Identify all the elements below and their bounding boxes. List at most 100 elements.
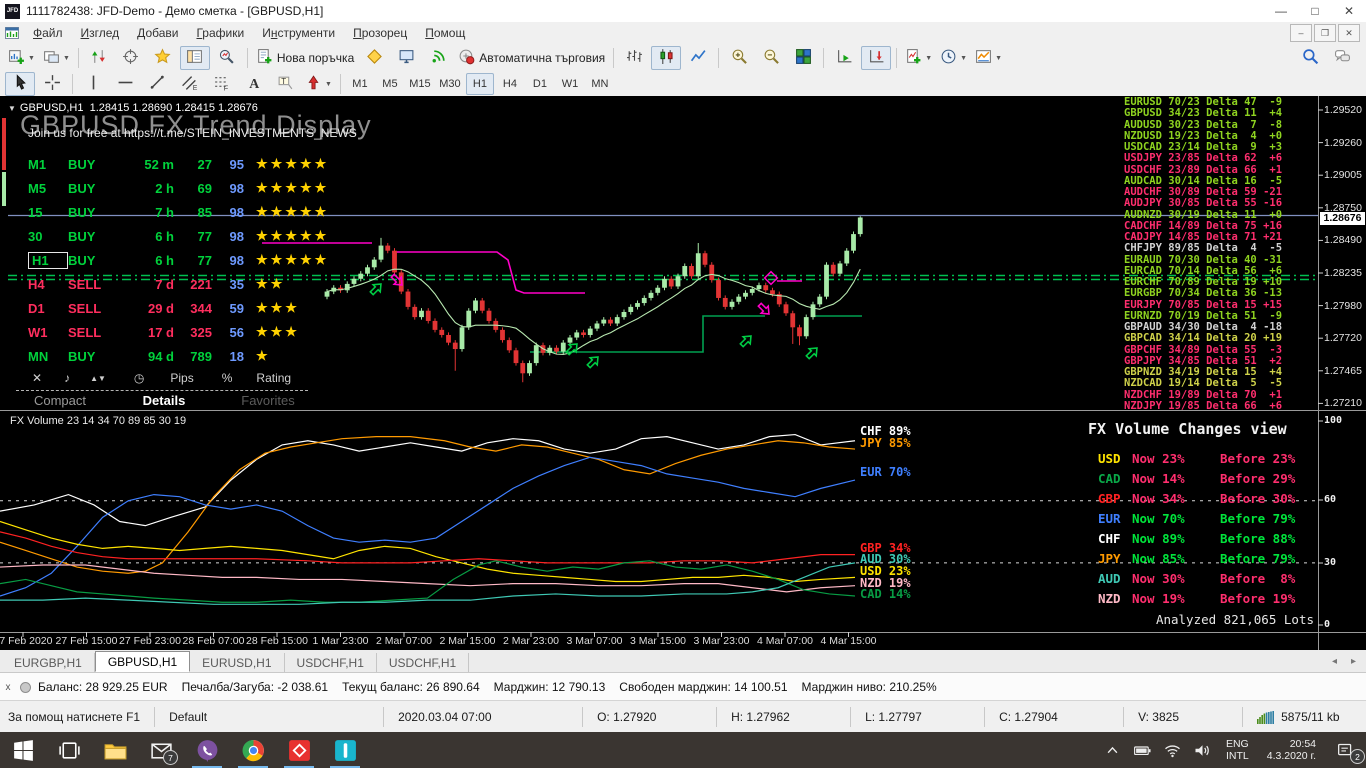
horizontal-line-button[interactable] xyxy=(110,72,140,96)
trend-row-h1[interactable]: H1BUY6 h7798★★★★★ xyxy=(8,248,320,272)
mdi-restore-button[interactable]: ❐ xyxy=(1314,24,1336,42)
timeframe-m30-button[interactable]: M30 xyxy=(436,73,464,95)
trend-row-m1[interactable]: M1BUY52 m2795★★★★★ xyxy=(8,152,320,176)
fibonacci-button[interactable]: F xyxy=(206,72,236,96)
timeframe-h4-button[interactable]: H4 xyxy=(496,73,524,95)
market-watch-button[interactable] xyxy=(84,46,114,70)
data-window-button[interactable] xyxy=(212,46,242,70)
chart-tab-usdchf-h1[interactable]: USDCHF,H1 xyxy=(377,653,469,672)
taskbar-viber-icon[interactable] xyxy=(184,732,230,768)
status-profile[interactable]: Default xyxy=(154,707,383,727)
timeframe-m5-button[interactable]: M5 xyxy=(376,73,404,95)
close-button[interactable]: ✕ xyxy=(1332,0,1366,22)
chart-tab-eurgbp-h1[interactable]: EURGBP,H1 xyxy=(2,653,95,672)
clock-indicator[interactable]: 20:544.3.2020 г. xyxy=(1257,738,1326,762)
timeframe-w1-button[interactable]: W1 xyxy=(556,73,584,95)
menu-файл[interactable]: Файл xyxy=(24,24,72,42)
signals-button[interactable] xyxy=(423,46,453,70)
menu-изглед[interactable]: Изглед xyxy=(72,24,129,42)
trend-clock-icon[interactable]: ◷ xyxy=(134,371,144,385)
trend-row-d1[interactable]: D1SELL29 d34459★★★ xyxy=(8,296,320,320)
time-axis[interactable]: 27 Feb 202027 Feb 15:0027 Feb 23:0028 Fe… xyxy=(0,633,1318,650)
chart-tab-usdchf-h1[interactable]: USDCHF,H1 xyxy=(285,653,377,672)
minimize-button[interactable]: — xyxy=(1264,0,1298,22)
trend-line-button[interactable] xyxy=(142,72,172,96)
vertical-line-button[interactable] xyxy=(78,72,108,96)
chart-line-button[interactable] xyxy=(683,46,713,70)
timeframe-mn-button[interactable]: MN xyxy=(586,73,614,95)
trend-sound-icon[interactable]: ♪ xyxy=(64,371,70,385)
zoom-in-button[interactable] xyxy=(724,46,754,70)
trend-row-m5[interactable]: M5BUY2 h6998★★★★★ xyxy=(8,176,320,200)
templates-button[interactable]: ▼ xyxy=(972,46,1005,70)
mdi-minimize-button[interactable]: – xyxy=(1290,24,1312,42)
taskbar-chrome-icon[interactable] xyxy=(230,732,276,768)
tile-windows-button[interactable] xyxy=(788,46,818,70)
profiles-button[interactable]: ▼ xyxy=(40,46,73,70)
taskbar-red-app-icon[interactable] xyxy=(276,732,322,768)
taskbar-mail-icon[interactable]: 7 xyxy=(138,732,184,768)
auto-scroll-button[interactable] xyxy=(829,46,859,70)
tabs-scroll-left-icon[interactable]: ◂ xyxy=(1332,656,1337,667)
indicators-button[interactable]: ▼ xyxy=(902,46,935,70)
trend-row-15[interactable]: 15BUY7 h8598★★★★★ xyxy=(8,200,320,224)
chart-candles-button[interactable] xyxy=(651,46,681,70)
autotrading-button[interactable]: Автоматична търговия xyxy=(455,46,608,70)
menu-прозорец[interactable]: Прозорец xyxy=(344,24,416,42)
taskbar-start-icon[interactable] xyxy=(0,732,46,768)
trend-col-percent-label[interactable]: % xyxy=(222,371,233,385)
menu-помощ[interactable]: Помощ xyxy=(416,24,474,42)
trend-col-rating-label[interactable]: Rating xyxy=(256,371,291,385)
label-tool-button[interactable]: T xyxy=(270,72,300,96)
trend-row-30[interactable]: 30BUY6 h7798★★★★★ xyxy=(8,224,320,248)
chart-client-area[interactable]: ▼GBPUSD,H1 1.28415 1.28690 1.28415 1.286… xyxy=(0,96,1366,650)
new-chart-button[interactable]: ▼ xyxy=(5,46,38,70)
chat-button[interactable] xyxy=(1327,46,1357,70)
periods-button[interactable]: ▼ xyxy=(937,46,970,70)
terminal-button[interactable] xyxy=(391,46,421,70)
trend-tab-compact[interactable]: Compact xyxy=(8,393,112,408)
zoom-out-button[interactable] xyxy=(756,46,786,70)
timeframe-m1-button[interactable]: M1 xyxy=(346,73,374,95)
taskbar-task-view-icon[interactable] xyxy=(46,732,92,768)
menu-добави[interactable]: Добави xyxy=(128,24,187,42)
timeframe-d1-button[interactable]: D1 xyxy=(526,73,554,95)
tray-chevron-up-icon[interactable] xyxy=(1098,732,1128,768)
trend-row-h4[interactable]: H4SELL7 d22135★★ xyxy=(8,272,320,296)
search-button[interactable] xyxy=(1295,46,1325,70)
chart-shift-button[interactable] xyxy=(861,46,891,70)
metaeditor-button[interactable] xyxy=(359,46,389,70)
maximize-button[interactable]: □ xyxy=(1298,0,1332,22)
taskbar-explorer-icon[interactable] xyxy=(92,732,138,768)
taskbar-teal-app-icon[interactable] xyxy=(322,732,368,768)
tray-battery-icon[interactable] xyxy=(1128,732,1158,768)
menu-графики[interactable]: Графики xyxy=(187,24,253,42)
trend-tab-details[interactable]: Details xyxy=(112,393,216,408)
action-center-icon[interactable]: 2 xyxy=(1326,732,1366,768)
trend-row-mn[interactable]: MNBUY94 d78918★ xyxy=(8,344,320,368)
new-order-button[interactable]: Нова поръчка xyxy=(253,46,357,70)
menu-инструменти[interactable]: Инструменти xyxy=(253,24,344,42)
trend-col-pips-label[interactable]: Pips xyxy=(170,371,193,385)
text-tool-button[interactable]: A xyxy=(238,72,268,96)
trend-tab-favorites[interactable]: Favorites xyxy=(216,393,320,408)
crosshair-tool-button[interactable] xyxy=(37,72,67,96)
trend-row-w1[interactable]: W1SELL17 d32556★★★ xyxy=(8,320,320,344)
tray-wifi-icon[interactable] xyxy=(1158,732,1188,768)
tabs-scroll-right-icon[interactable]: ▸ xyxy=(1351,656,1356,667)
timeframe-m15-button[interactable]: M15 xyxy=(406,73,434,95)
timeframe-h1-button[interactable]: H1 xyxy=(466,73,494,95)
terminal-close-button[interactable]: x xyxy=(0,683,16,692)
crosshair-circle-button[interactable] xyxy=(116,46,146,70)
trend-close-icon[interactable]: ✕ xyxy=(32,371,42,385)
shapes-button[interactable]: ▼ xyxy=(302,72,335,96)
favorites-button[interactable] xyxy=(148,46,178,70)
chart-tab-gbpusd-h1[interactable]: GBPUSD,H1 xyxy=(95,651,190,672)
chart-tab-eurusd-h1[interactable]: EURUSD,H1 xyxy=(190,653,284,672)
tray-volume-icon[interactable] xyxy=(1188,732,1218,768)
chart-bars-button[interactable] xyxy=(619,46,649,70)
trend-sort-icon[interactable]: ▲▼ xyxy=(90,374,106,383)
cursor-button[interactable] xyxy=(5,72,35,96)
channel-button[interactable]: E xyxy=(174,72,204,96)
collapse-indicator-icon[interactable]: ▼ xyxy=(8,104,16,113)
